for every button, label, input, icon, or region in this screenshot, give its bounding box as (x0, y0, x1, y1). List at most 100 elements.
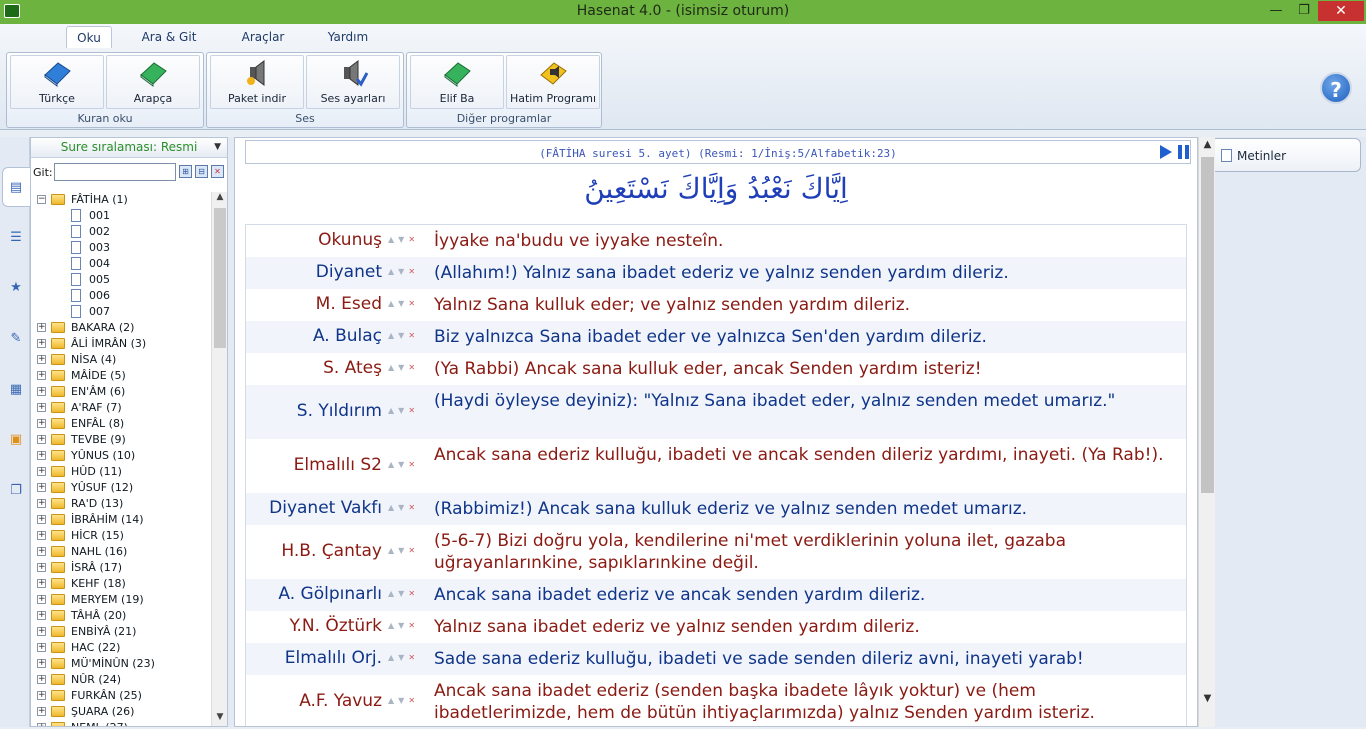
expander-icon[interactable]: + (37, 579, 46, 588)
meal-row-controls[interactable]: ▲▼✕ (388, 503, 428, 512)
tree-ayet-item[interactable]: 002 (31, 224, 211, 240)
expander-icon[interactable]: + (37, 387, 46, 396)
play-icon[interactable] (1160, 145, 1172, 159)
remove-icon[interactable]: ✕ (408, 406, 419, 415)
scroll-up-icon[interactable]: ▲ (212, 192, 228, 206)
expander-icon[interactable]: + (37, 563, 46, 572)
expander-icon[interactable]: + (37, 339, 46, 348)
star-icon[interactable]: ★ (9, 281, 23, 295)
tree-sure-item[interactable]: + RA'D (13) (31, 496, 211, 512)
scroll-thumb[interactable] (1201, 157, 1214, 493)
scroll-down-icon[interactable]: ▼ (212, 712, 228, 726)
windows-icon[interactable]: ❐ (9, 484, 23, 498)
remove-icon[interactable]: ✕ (408, 546, 419, 555)
tree-ayet-item[interactable]: 004 (31, 256, 211, 272)
paket-indir-button[interactable]: Paket indir (210, 55, 304, 109)
tree-expand-icon[interactable]: ⊞ (179, 165, 192, 178)
expander-icon[interactable]: + (37, 451, 46, 460)
tree-sure-item[interactable]: + İBRÂHİM (14) (31, 512, 211, 528)
tree-sure-item[interactable]: + HÛD (11) (31, 464, 211, 480)
tree-sure-item[interactable]: + YÛSUF (12) (31, 480, 211, 496)
clipboard-icon[interactable]: ▣ (9, 433, 23, 447)
tree-sure-item[interactable]: + MERYEM (19) (31, 592, 211, 608)
scroll-down-icon[interactable]: ▼ (1199, 693, 1216, 709)
note-icon[interactable]: ✎ (9, 332, 23, 346)
tab-araclar[interactable]: Araçlar (234, 26, 292, 48)
expander-icon[interactable]: + (37, 611, 46, 620)
tree-sure-item[interactable]: + NÛR (24) (31, 672, 211, 688)
tree-sure-item[interactable]: + A'RAF (7) (31, 400, 211, 416)
sure-tree-scrollbar[interactable]: ▲ ▼ (211, 192, 227, 726)
remove-icon[interactable]: ✕ (408, 299, 419, 308)
tree-sure-item[interactable]: + EN'ÂM (6) (31, 384, 211, 400)
meal-row-controls[interactable]: ▲▼✕ (388, 696, 428, 705)
tree-sure-item[interactable]: + TÂHÂ (20) (31, 608, 211, 624)
tree-ayet-item[interactable]: 007 (31, 304, 211, 320)
meal-row-controls[interactable]: ▲▼✕ (388, 460, 428, 469)
tree-sure-item[interactable]: + ÂLİ İMRÂN (3) (31, 336, 211, 352)
arapca-button[interactable]: Arapça (106, 55, 200, 109)
tab-ara-git[interactable]: Ara & Git (134, 26, 204, 48)
remove-icon[interactable]: ✕ (408, 267, 419, 276)
tab-yardim[interactable]: Yardım (320, 26, 376, 48)
tree-ayet-item[interactable]: 003 (31, 240, 211, 256)
expander-icon[interactable]: + (37, 707, 46, 716)
remove-icon[interactable]: ✕ (408, 621, 419, 630)
expander-icon[interactable]: + (37, 659, 46, 668)
meal-row-controls[interactable]: ▲▼✕ (388, 267, 428, 276)
main-scrollbar[interactable]: ▲ ▼ (1198, 137, 1215, 727)
remove-icon[interactable]: ✕ (408, 235, 419, 244)
git-input[interactable] (54, 163, 176, 181)
expander-icon[interactable]: + (37, 547, 46, 556)
expander-icon[interactable]: + (37, 643, 46, 652)
tree-sure-item[interactable]: + İSRÂ (17) (31, 560, 211, 576)
tree-sure-item[interactable]: + ENFÂL (8) (31, 416, 211, 432)
tree-sure-item[interactable]: + FURKÂN (25) (31, 688, 211, 704)
tree-sure-item[interactable]: + NİSA (4) (31, 352, 211, 368)
meal-row-controls[interactable]: ▲▼✕ (388, 235, 428, 244)
list-icon[interactable]: ☰ (9, 231, 23, 245)
help-button[interactable]: ? (1320, 72, 1352, 104)
expander-icon[interactable]: + (37, 355, 46, 364)
tree-sure-item[interactable]: + ENBİYÂ (21) (31, 624, 211, 640)
tree-sure-item[interactable]: + ŞUARA (26) (31, 704, 211, 720)
tree-collapse-icon[interactable]: ⊟ (195, 165, 208, 178)
remove-icon[interactable]: ✕ (408, 503, 419, 512)
expander-icon[interactable]: + (37, 419, 46, 428)
tree-sure-item[interactable]: + MÂİDE (5) (31, 368, 211, 384)
meal-row-controls[interactable]: ▲▼✕ (388, 363, 428, 372)
expander-icon[interactable]: + (37, 627, 46, 636)
meal-row-controls[interactable]: ▲▼✕ (388, 653, 428, 662)
meal-row-controls[interactable]: ▲▼✕ (388, 406, 428, 415)
remove-icon[interactable]: ✕ (408, 460, 419, 469)
tree-sure-item[interactable]: + MÜ'MİNÛN (23) (31, 656, 211, 672)
expander-icon[interactable]: + (37, 675, 46, 684)
remove-icon[interactable]: ✕ (408, 696, 419, 705)
remove-icon[interactable]: ✕ (408, 331, 419, 340)
pause-icon[interactable] (1178, 145, 1190, 159)
remove-icon[interactable]: ✕ (408, 653, 419, 662)
expander-icon[interactable]: + (37, 595, 46, 604)
tab-metinler[interactable]: Metinler (1215, 138, 1361, 172)
book-icon[interactable]: ▤ (9, 181, 23, 195)
tree-sure-item[interactable]: + NAHL (16) (31, 544, 211, 560)
hatim-programi-button[interactable]: Hatim Programı (506, 55, 600, 109)
expander-icon[interactable]: + (37, 515, 46, 524)
ses-ayarlari-button[interactable]: Ses ayarları (306, 55, 400, 109)
sure-sort-dropdown[interactable]: Sure sıralaması: Resmi ▼ (31, 138, 227, 158)
turkce-button[interactable]: Türkçe (10, 55, 104, 109)
bookmark-icon[interactable]: ▦ (9, 383, 23, 397)
meal-row-controls[interactable]: ▲▼✕ (388, 331, 428, 340)
maximize-button[interactable]: ❐ (1290, 1, 1318, 21)
tree-sure-item[interactable]: + YÛNUS (10) (31, 448, 211, 464)
expander-icon[interactable]: − (37, 195, 46, 204)
minimize-button[interactable]: — (1262, 1, 1290, 21)
tree-ayet-item[interactable]: 001 (31, 208, 211, 224)
tree-ayet-item[interactable]: 006 (31, 288, 211, 304)
scroll-thumb[interactable] (214, 208, 226, 348)
scroll-up-icon[interactable]: ▲ (1199, 139, 1216, 155)
tree-sure-item[interactable]: − FÂTİHA (1) (31, 192, 211, 208)
tab-oku[interactable]: Oku (66, 26, 112, 48)
tree-sure-item[interactable]: + KEHF (18) (31, 576, 211, 592)
clear-icon[interactable]: ✕ (211, 165, 224, 178)
